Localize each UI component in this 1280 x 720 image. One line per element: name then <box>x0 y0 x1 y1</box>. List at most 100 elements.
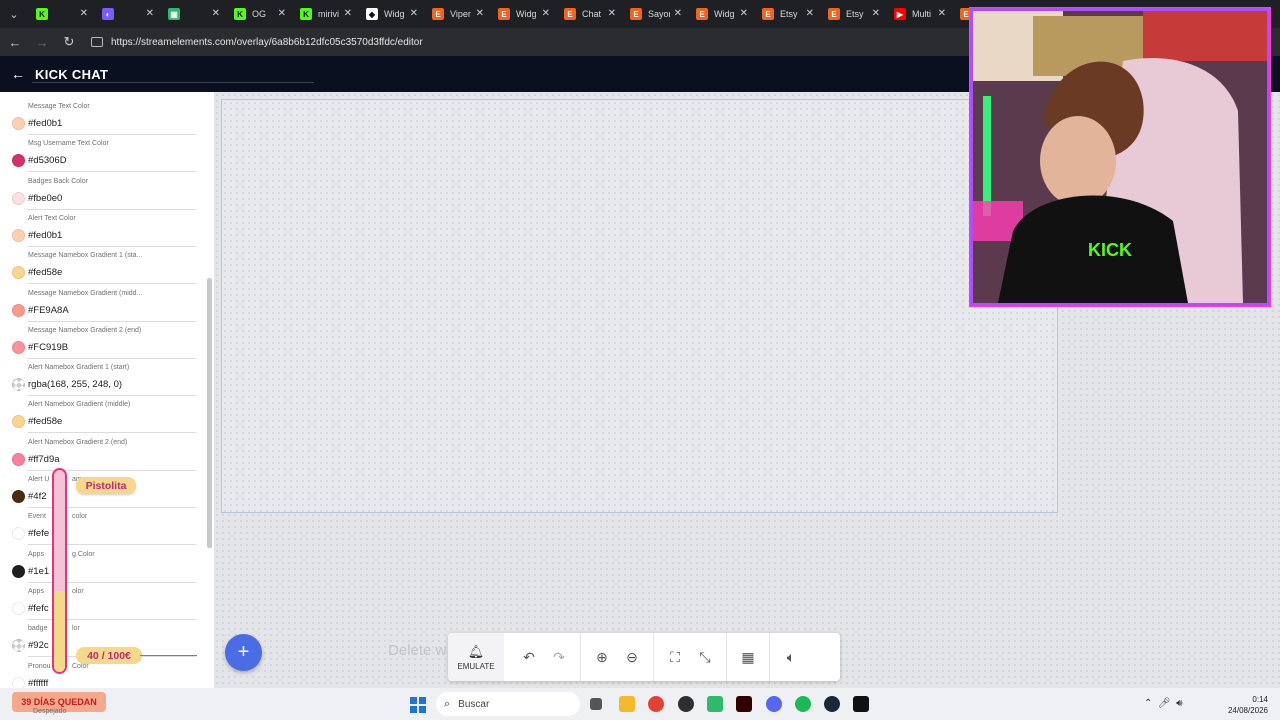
tab-close-icon[interactable]: ✕ <box>806 8 814 19</box>
browser-tab[interactable]: E Sayor ✕ <box>622 0 688 28</box>
color-value-input[interactable]: #ffffff <box>28 678 48 689</box>
color-field[interactable]: Alert Namebox Gradient (middle) #fed58e <box>0 401 200 438</box>
forward-button[interactable]: → <box>30 35 54 50</box>
reload-button[interactable]: ↻ <box>57 34 81 50</box>
tab-close-icon[interactable]: ✕ <box>476 8 484 19</box>
color-value-input[interactable]: #fefe <box>28 528 49 539</box>
color-field[interactable]: Msg Username Text Color #d5306D <box>0 140 200 177</box>
tab-close-icon[interactable]: ✕ <box>278 8 286 19</box>
color-value-input[interactable]: #92c <box>28 640 49 651</box>
color-value-input[interactable]: #4f2 <box>28 491 47 502</box>
obs-icon[interactable] <box>678 696 694 712</box>
color-field[interactable]: Message Namebox Gradient 2 (end) #FC919B <box>0 327 200 364</box>
browser-tab[interactable]: E Etsy ✕ <box>754 0 820 28</box>
color-swatch[interactable] <box>12 154 25 168</box>
tab-close-icon[interactable]: ✕ <box>542 8 550 19</box>
tab-close-icon[interactable]: ✕ <box>80 8 88 19</box>
taskview-icon[interactable] <box>590 698 602 710</box>
color-value-input[interactable]: #FE9A8A <box>28 305 69 316</box>
color-swatch[interactable] <box>12 378 25 392</box>
back-arrow-icon[interactable]: ← <box>11 66 27 82</box>
steam-icon[interactable] <box>824 696 840 712</box>
browser-tab[interactable]: E Etsy ✕ <box>820 0 886 28</box>
browser-tab[interactable]: K ✕ <box>28 0 94 28</box>
fullscreen-icon[interactable]: ⛶ <box>660 633 690 681</box>
color-swatch[interactable] <box>12 564 25 578</box>
emulate-button[interactable]: 🔔︎ EMULATE <box>448 633 504 681</box>
settings-scrollbar[interactable] <box>207 278 212 548</box>
color-field[interactable]: Message Namebox Gradient (midd... #FE9A8A <box>0 290 200 327</box>
tab-close-icon[interactable]: ✕ <box>410 8 418 19</box>
tab-close-icon[interactable]: ✕ <box>740 8 748 19</box>
browser-tab[interactable]: E Widg ✕ <box>490 0 556 28</box>
color-field[interactable]: Event #fefe color <box>0 513 200 550</box>
color-field[interactable]: Message Text Color #fed0b1 <box>0 103 200 140</box>
color-swatch[interactable] <box>12 601 25 615</box>
color-swatch[interactable] <box>12 191 25 205</box>
color-value-input[interactable]: #fed0b1 <box>28 118 62 129</box>
zoom-out-icon[interactable]: ⊖ <box>617 633 647 681</box>
color-value-input[interactable]: #fed58e <box>28 267 62 278</box>
undo-icon[interactable]: ↶ <box>514 633 544 681</box>
color-value-input[interactable]: #d5306D <box>28 155 67 166</box>
tab-close-icon[interactable]: ✕ <box>938 8 946 19</box>
discord-icon[interactable] <box>766 696 782 712</box>
color-value-input[interactable]: #1e1 <box>28 566 49 577</box>
file-explorer-icon[interactable] <box>619 696 635 712</box>
tab-close-icon[interactable]: ✕ <box>344 8 352 19</box>
color-field[interactable]: Pronou #ffffff Color <box>0 663 200 689</box>
start-button[interactable] <box>410 697 426 713</box>
spotify-icon[interactable] <box>795 696 811 712</box>
color-field[interactable]: Badges Back Color #fbe0e0 <box>0 178 200 215</box>
tab-close-icon[interactable]: ✕ <box>608 8 616 19</box>
color-swatch[interactable] <box>12 490 25 503</box>
color-field[interactable]: Alert Text Color #fed0b1 <box>0 215 200 252</box>
color-field[interactable]: Message Namebox Gradient 1 (sta... #fed58… <box>0 252 200 289</box>
taskbar-clock[interactable]: 0:14 24/08/2026 <box>1222 694 1268 716</box>
tab-close-icon[interactable]: ✕ <box>212 8 220 19</box>
url-field[interactable]: https://streamelements.com/overlay/6a8b6… <box>91 31 951 53</box>
color-value-input[interactable]: #ff7d9a <box>28 454 60 465</box>
tab-close-icon[interactable]: ✕ <box>674 8 682 19</box>
browser-tab[interactable]: E Chat ✕ <box>556 0 622 28</box>
browser-tab[interactable]: E Widg ✕ <box>688 0 754 28</box>
color-swatch[interactable] <box>12 676 25 688</box>
browser-tab[interactable]: ◆ Widg ✕ <box>358 0 424 28</box>
color-swatch[interactable] <box>12 117 25 130</box>
exit-fullscreen-icon[interactable]: ⤡ <box>690 633 720 681</box>
taskbar-search[interactable]: ⌕ Buscar <box>436 692 580 716</box>
color-field[interactable]: Alert Namebox Gradient 1 (start) rgba(168… <box>0 364 200 401</box>
color-field[interactable]: Apps #fefc olor <box>0 588 200 625</box>
browser-tab[interactable]: K OG ✕ <box>226 0 292 28</box>
system-tray-icons[interactable]: ⌃ 🎤︎ 🔊︎ <box>1144 698 1183 709</box>
zoom-in-icon[interactable]: ⊕ <box>587 633 617 681</box>
overlay-bounds[interactable] <box>221 99 1058 513</box>
color-swatch[interactable] <box>12 527 25 541</box>
sound-icon[interactable]: 🔈︎ <box>776 633 806 681</box>
color-swatch[interactable] <box>12 639 25 653</box>
color-value-input[interactable]: rgba(168, 255, 248, 0) <box>28 379 122 390</box>
tab-close-icon[interactable]: ✕ <box>872 8 880 19</box>
color-swatch[interactable] <box>12 303 25 317</box>
color-swatch[interactable] <box>12 228 25 242</box>
site-settings-icon[interactable] <box>91 37 103 47</box>
grid-icon[interactable]: ▦ <box>733 633 763 681</box>
color-swatch[interactable] <box>12 340 25 354</box>
color-field[interactable]: Alert Namebox Gradient 2 (end) #ff7d9a <box>0 439 200 476</box>
color-value-input[interactable]: #fed58e <box>28 416 62 427</box>
capcut-icon[interactable] <box>853 696 869 712</box>
browser-tab[interactable]: ▣ ✕ <box>160 0 226 28</box>
browser-tab[interactable]: ◐ ✕ <box>94 0 160 28</box>
color-swatch[interactable] <box>12 452 25 466</box>
browser-tab[interactable]: ▶ Multi ✕ <box>886 0 952 28</box>
back-button[interactable]: ← <box>3 35 27 50</box>
redo-icon[interactable]: ↷ <box>544 633 574 681</box>
color-value-input[interactable]: #fefc <box>28 603 49 614</box>
color-value-input[interactable]: #fbe0e0 <box>28 193 62 204</box>
settings-panel[interactable]: Message Text Color #fed0b1 Msg Username Te… <box>0 92 214 688</box>
color-swatch[interactable] <box>12 266 25 280</box>
illustrator-icon[interactable] <box>736 696 752 712</box>
color-swatch[interactable] <box>12 415 25 429</box>
color-field[interactable]: Apps #1e1 g Color <box>0 551 200 588</box>
browser-tab[interactable]: E Viper ✕ <box>424 0 490 28</box>
